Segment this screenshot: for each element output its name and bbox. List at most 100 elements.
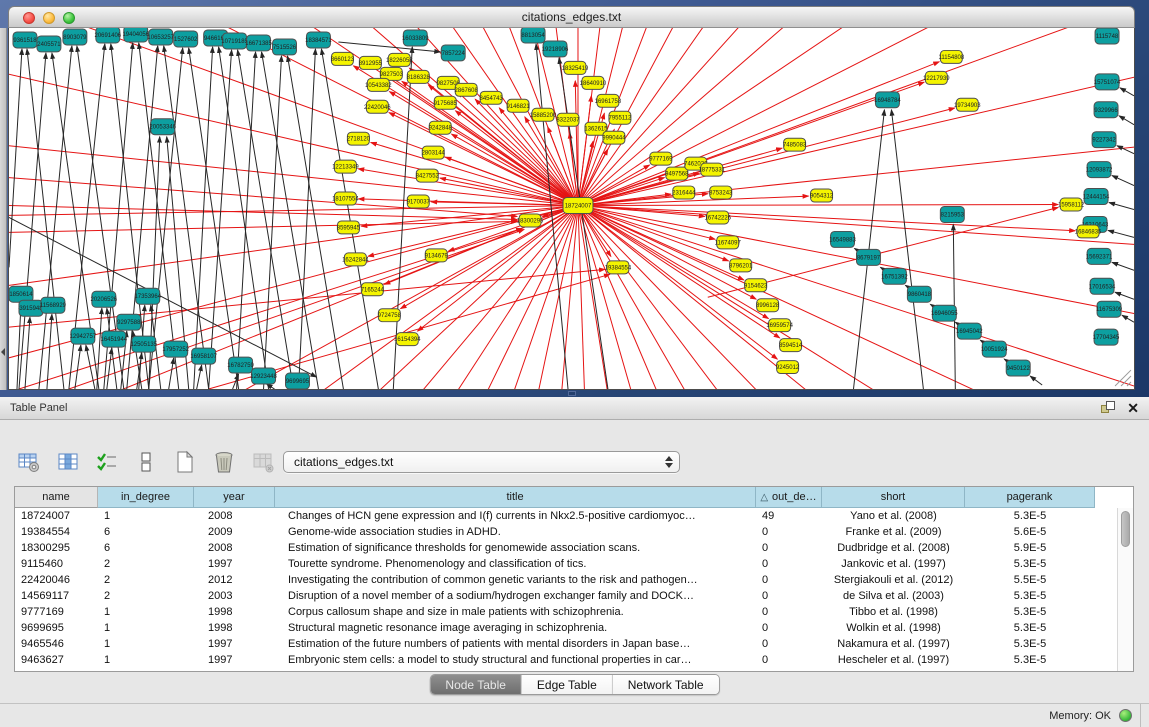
graph-node[interactable]: 20206526	[91, 291, 118, 307]
graph-node[interactable]: 9297588	[117, 314, 141, 330]
graph-node[interactable]: 18775331	[698, 163, 725, 176]
graph-node[interactable]: 1527602	[174, 31, 198, 47]
graph-node[interactable]: 9054312	[810, 189, 834, 202]
graph-node[interactable]: 18640910	[580, 76, 607, 89]
splitter-handle[interactable]	[568, 391, 576, 396]
graph-node[interactable]: 17957252	[162, 341, 189, 357]
resize-grip-icon[interactable]	[1115, 370, 1131, 386]
graph-node[interactable]: 9227342	[1092, 132, 1116, 148]
graph-node[interactable]: 19404056	[122, 28, 149, 42]
graph-node[interactable]: 8903079	[63, 29, 87, 45]
table-row[interactable]: 1872400712008Changes of HCN gene express…	[15, 508, 1117, 524]
graph-node[interactable]: 9245012	[776, 361, 800, 374]
table-panel-header[interactable]: Table Panel ✕	[0, 397, 1149, 420]
graph-node[interactable]: 9450122	[1006, 360, 1030, 376]
graph-node[interactable]: 11674097	[715, 236, 742, 249]
graph-node[interactable]: 9777169	[649, 152, 673, 165]
table-row[interactable]: 946362711997Embryonic stem cells: a mode…	[15, 652, 1117, 668]
graph-node[interactable]: 15958112	[1058, 198, 1085, 211]
graph-node[interactable]: 7955112	[609, 111, 632, 124]
graph-node[interactable]: 19384554	[605, 261, 632, 274]
close-panel-icon[interactable]: ✕	[1127, 401, 1139, 415]
graph-node[interactable]: 8454743	[480, 91, 504, 104]
graph-node[interactable]: 8796201	[729, 259, 753, 272]
graph-node[interactable]: 16033809	[402, 30, 429, 46]
table-row[interactable]: 911546021997Tourette syndrome. Phenomeno…	[15, 556, 1117, 572]
graph-node[interactable]: 9860418	[907, 286, 931, 302]
graph-node[interactable]: 16671385	[245, 35, 272, 51]
expand-panel-arrow-icon[interactable]	[1, 348, 5, 356]
graph-node[interactable]: 2316444	[672, 186, 696, 199]
graph-node[interactable]: 22420046	[364, 100, 391, 113]
graph-node[interactable]: 16958107	[190, 348, 217, 364]
graph-node[interactable]: 8322037	[556, 113, 580, 126]
graph-node[interactable]: 12093872	[1086, 162, 1113, 178]
minimize-window-button[interactable]	[43, 12, 55, 24]
graph-hub-node[interactable]: 18724007	[563, 198, 593, 214]
zoom-window-button[interactable]	[63, 12, 75, 24]
graph-node[interactable]: 12505135	[130, 336, 157, 352]
tab-network-table[interactable]: Network Table	[613, 675, 719, 694]
graph-node[interactable]: 16846835	[1075, 225, 1102, 238]
graph-node[interactable]: 8679197	[856, 249, 880, 265]
graph-node[interactable]: 8813054	[521, 28, 545, 43]
graph-node[interactable]: 19734903	[954, 98, 981, 111]
graph-node[interactable]: 15692371	[1086, 248, 1113, 264]
graph-node[interactable]: 16948784	[874, 92, 901, 108]
graph-node[interactable]: 17016534	[1089, 278, 1116, 294]
graph-node[interactable]: 20053346	[149, 119, 176, 135]
scrollbar-thumb[interactable]	[1121, 511, 1130, 547]
graph-node[interactable]: 8186328	[407, 70, 431, 83]
graph-node[interactable]: 18300295	[517, 214, 544, 227]
graph-node[interactable]: 12444154	[1083, 189, 1110, 205]
graph-node[interactable]: 17704345	[1093, 329, 1120, 345]
graph-node[interactable]: 9242848	[429, 121, 453, 134]
graph-node[interactable]: 20691406	[95, 28, 122, 43]
graph-node[interactable]: 1115748	[1095, 28, 1119, 44]
graph-node[interactable]: 16946055	[931, 305, 958, 321]
graph-node[interactable]: 16549883	[829, 231, 856, 247]
graph-node[interactable]: 7857224	[441, 45, 465, 61]
table-row[interactable]: 1938455462009Genome-wide association stu…	[15, 524, 1117, 540]
graph-node[interactable]: 12213349	[332, 160, 359, 173]
table-row[interactable]: 1456911722003Disruption of a novel membe…	[15, 588, 1117, 604]
graph-node[interactable]: 8912955	[359, 56, 383, 69]
graph-node[interactable]: 7485083	[783, 138, 807, 151]
column-header-name[interactable]: name	[15, 487, 98, 508]
graph-node[interactable]: 9361518	[13, 32, 37, 48]
column-header-year[interactable]: year	[194, 487, 275, 508]
close-window-button[interactable]	[23, 12, 35, 24]
row-height-icon[interactable]	[133, 449, 159, 475]
graph-node[interactable]: 11568929	[40, 297, 67, 313]
graph-node[interactable]: 18226058	[386, 53, 413, 66]
graph-node[interactable]: 16959574	[766, 319, 793, 332]
column-header-out_de[interactable]: △out_de…	[756, 487, 822, 508]
graph-node[interactable]: 2803144	[422, 146, 446, 159]
column-header-pagerank[interactable]: pagerank	[965, 487, 1095, 508]
table-settings-icon[interactable]	[16, 449, 42, 475]
graph-node[interactable]: 15885200	[530, 108, 557, 121]
table-row[interactable]: 946554611997Estimation of the future num…	[15, 636, 1117, 652]
table-row[interactable]: 1830029562008Estimation of significance …	[15, 540, 1117, 556]
graph-node[interactable]: 8427552	[416, 169, 440, 182]
graph-node[interactable]: 9699695	[286, 373, 310, 389]
graph-node[interactable]: 2405571	[37, 36, 61, 52]
table-row[interactable]: 977716911998Corpus callosum shape and si…	[15, 604, 1117, 620]
network-window-titlebar[interactable]: citations_edges.txt	[8, 6, 1135, 28]
graph-node[interactable]: 16961758	[595, 94, 622, 107]
select-rows-icon[interactable]	[94, 449, 120, 475]
vertical-scrollbar[interactable]	[1117, 508, 1133, 671]
table-row[interactable]: 2242004622012Investigating the contribut…	[15, 572, 1117, 588]
memory-ok-indicator-icon[interactable]	[1119, 709, 1132, 722]
graph-node[interactable]: 10051924	[981, 341, 1008, 357]
column-header-in_degree[interactable]: in_degree	[98, 487, 194, 508]
graph-node[interactable]: 16242844	[342, 253, 369, 266]
graph-node[interactable]: 8595945	[337, 221, 361, 234]
graph-node[interactable]: 12217939	[923, 71, 950, 84]
new-document-icon[interactable]	[172, 449, 198, 475]
graph-node[interactable]: 7165244	[361, 283, 385, 296]
column-header-title[interactable]: title	[275, 487, 756, 508]
graph-node[interactable]: 9154623	[744, 279, 768, 292]
graph-node[interactable]: 9146821	[506, 99, 530, 112]
graph-node[interactable]: 7515526	[273, 39, 297, 55]
